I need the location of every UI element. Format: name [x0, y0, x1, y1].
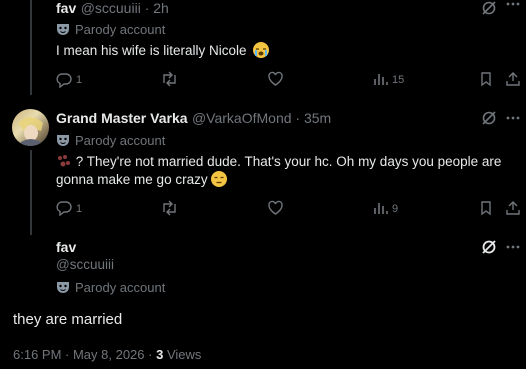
- views-count: 9: [392, 203, 399, 215]
- reply-button[interactable]: 1: [56, 71, 82, 89]
- tweet-text-content: I mean his wife is literally Nicole: [56, 43, 247, 58]
- parody-mask-icon: [56, 23, 70, 36]
- post-meta: 6:16 PM · May 8, 2026 · 3 Views: [13, 347, 201, 362]
- thread-line: [30, 0, 32, 95]
- views-button[interactable]: 9: [373, 200, 398, 216]
- views-button[interactable]: 15: [373, 71, 404, 87]
- post-time[interactable]: 2h: [153, 0, 169, 16]
- author-handle[interactable]: @sccuuiii: [56, 257, 114, 272]
- crying-emoji-icon: [253, 42, 270, 58]
- parody-text: Parody account: [75, 280, 166, 295]
- paw-prints-emoji-icon: [56, 154, 72, 168]
- avatar[interactable]: [12, 109, 49, 146]
- reply-count: 1: [76, 74, 83, 86]
- tweet-text-content: ? They're not married dude. That's your …: [56, 154, 502, 187]
- tweet-2-header: Grand Master Varka @VarkaOfMond · 35m: [56, 110, 331, 128]
- post-time[interactable]: 35m: [304, 110, 331, 126]
- tweet-1-header: fav @sccuuiii · 2h: [56, 0, 169, 18]
- like-icon[interactable]: [267, 200, 284, 216]
- retweet-icon[interactable]: [161, 200, 178, 216]
- reply-button[interactable]: 1: [56, 200, 82, 216]
- views-icon: [374, 203, 388, 214]
- parody-text: Parody account: [75, 22, 166, 37]
- parody-text: Parody account: [75, 133, 166, 148]
- views-count: 3: [156, 347, 164, 362]
- thread-line: [30, 150, 32, 235]
- parody-label: Parody account: [56, 132, 165, 150]
- reply-count: 1: [76, 203, 83, 215]
- reply-icon: [56, 201, 72, 216]
- author-name[interactable]: fav: [56, 239, 76, 255]
- tweet-text: I mean his wife is literally Nicole: [56, 42, 270, 60]
- author-handle[interactable]: @sccuuiii: [81, 0, 141, 16]
- main-tweet-text: they are married: [13, 311, 123, 328]
- bookmark-icon[interactable]: [478, 71, 494, 87]
- author-handle[interactable]: @VarkaOfMond: [192, 110, 292, 126]
- bookmark-icon[interactable]: [478, 200, 494, 216]
- share-icon[interactable]: [505, 200, 521, 216]
- grok-icon[interactable]: [481, 0, 497, 16]
- reply-icon: [56, 73, 72, 88]
- more-icon[interactable]: [505, 0, 521, 12]
- post-timestamp[interactable]: 6:16 PM · May 8, 2026 ·: [13, 347, 156, 362]
- grok-icon[interactable]: [481, 239, 497, 255]
- separator: ·: [140, 0, 154, 16]
- parody-mask-icon: [56, 134, 70, 147]
- parody-label: Parody account: [56, 279, 165, 297]
- tweet-text: ? They're not married dude. That's your …: [56, 153, 518, 189]
- parody-mask-icon: [56, 281, 70, 294]
- views-label: Views: [166, 347, 202, 362]
- separator: ·: [291, 110, 304, 126]
- grok-icon[interactable]: [481, 110, 497, 126]
- more-icon[interactable]: [505, 110, 521, 126]
- more-icon[interactable]: [505, 239, 521, 255]
- author-name[interactable]: fav: [56, 0, 76, 16]
- like-icon[interactable]: [267, 71, 284, 87]
- share-icon[interactable]: [505, 71, 521, 87]
- views-icon: [374, 74, 388, 85]
- unamused-emoji-icon: [211, 171, 228, 187]
- author-name[interactable]: Grand Master Varka: [56, 110, 188, 126]
- retweet-icon[interactable]: [161, 71, 178, 87]
- views-count: 15: [392, 74, 405, 86]
- parody-label: Parody account: [56, 21, 165, 39]
